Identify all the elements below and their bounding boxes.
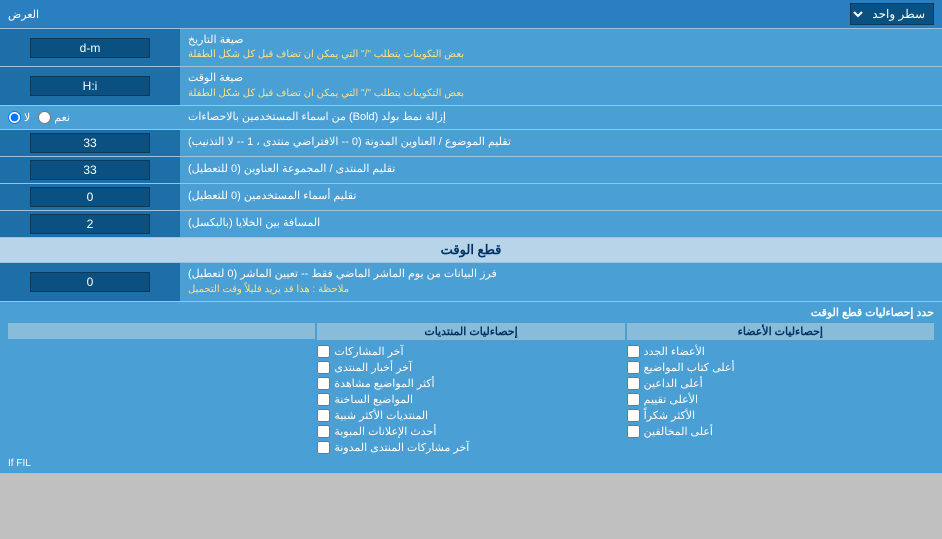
checkbox-col-extra	[8, 323, 315, 454]
checkbox-col-forums: إحصاءليات المنتديات آخر المشاركات آخر أخ…	[317, 323, 624, 454]
topic-titles-row: تقليم الموضوع / العناوين المدونة (0 -- ا…	[0, 130, 942, 157]
forum-titles-input[interactable]	[30, 160, 150, 180]
checkbox-last-posts-input[interactable]	[317, 345, 330, 358]
bold-remove-label: إزالة نمط بولد (Bold) من اسماء المستخدمي…	[180, 106, 942, 129]
usernames-input-cell	[0, 184, 180, 210]
cell-spacing-row: المسافة بين الخلايا (بالبكسل)	[0, 211, 942, 238]
time-format-row: صيغة الوقت بعض التكوينات يتطلب "/" التي …	[0, 67, 942, 105]
header-row: سطر واحدسطرانثلاثة أسطر العرض	[0, 0, 942, 29]
checkbox-hot-topics[interactable]: المواضيع الساخنة	[317, 393, 624, 406]
cell-spacing-label: المسافة بين الخلايا (بالبكسل)	[180, 211, 942, 237]
checkbox-most-thanked[interactable]: الأكثر شكراً	[627, 409, 934, 422]
checkbox-forum-news[interactable]: آخر أخبار المنتدى	[317, 361, 624, 374]
checkbox-forum-news-input[interactable]	[317, 361, 330, 374]
checkbox-most-viewed[interactable]: أكثر المواضيع مشاهدة	[317, 377, 624, 390]
checkbox-top-rated-input[interactable]	[627, 393, 640, 406]
col-extra-title	[8, 323, 315, 339]
checkbox-most-similar-forums[interactable]: المنتديات الأكثر شبية	[317, 409, 624, 422]
display-select[interactable]: سطر واحدسطرانثلاثة أسطر	[850, 3, 934, 25]
checkbox-most-thanked-input[interactable]	[627, 409, 640, 422]
topic-titles-input-cell	[0, 130, 180, 156]
checkboxes-title: حدد إحصاءليات قطع الوقت	[8, 306, 934, 319]
checkbox-top-writers-input[interactable]	[627, 361, 640, 374]
display-select-area[interactable]: سطر واحدسطرانثلاثة أسطر	[850, 3, 934, 25]
checkbox-last-forum-posts-input[interactable]	[317, 441, 330, 454]
checkbox-most-viewed-input[interactable]	[317, 377, 330, 390]
usernames-row: تقليم أسماء المستخدمين (0 للتعطيل)	[0, 184, 942, 211]
cell-spacing-input-cell	[0, 211, 180, 237]
forum-titles-label: تقليم المنتدى / المجموعة العناوين (0 للت…	[180, 157, 942, 183]
checkbox-top-rated[interactable]: الأعلى تقييم	[627, 393, 934, 406]
checkbox-col-members: إحصاءليات الأعضاء الأعضاء الجدد أعلى كتا…	[627, 323, 934, 454]
checkbox-latest-classifieds[interactable]: أحدث الإعلانات المبوبة	[317, 425, 624, 438]
forum-titles-row: تقليم المنتدى / المجموعة العناوين (0 للت…	[0, 157, 942, 184]
time-format-input[interactable]	[30, 76, 150, 96]
checkboxes-grid: إحصاءليات الأعضاء الأعضاء الجدد أعلى كتا…	[8, 323, 934, 454]
header-right-label: العرض	[8, 8, 39, 21]
cutoff-input[interactable]	[30, 272, 150, 292]
checkbox-latest-classifieds-input[interactable]	[317, 425, 330, 438]
checkbox-new-members-input[interactable]	[627, 345, 640, 358]
cutoff-row: فرز البيانات من يوم الماشر الماضي فقط --…	[0, 263, 942, 301]
date-format-input[interactable]	[30, 38, 150, 58]
checkbox-last-posts[interactable]: آخر المشاركات	[317, 345, 624, 358]
bold-remove-row: إزالة نمط بولد (Bold) من اسماء المستخدمي…	[0, 106, 942, 130]
radio-yes-input[interactable]	[38, 111, 51, 124]
checkbox-top-violations-input[interactable]	[627, 425, 640, 438]
date-format-label: صيغة التاريخ بعض التكوينات يتطلب "/" الت…	[180, 29, 942, 66]
topic-titles-input[interactable]	[30, 133, 150, 153]
radio-yes[interactable]: نعم	[38, 111, 70, 124]
usernames-input[interactable]	[30, 187, 150, 207]
cutoff-input-cell	[0, 263, 180, 300]
checkbox-most-similar-forums-input[interactable]	[317, 409, 330, 422]
checkboxes-section: حدد إحصاءليات قطع الوقت إحصاءليات الأعضا…	[0, 302, 942, 474]
radio-no[interactable]: لا	[8, 111, 30, 124]
checkbox-hot-topics-input[interactable]	[317, 393, 330, 406]
bottom-text: If FIL	[8, 458, 934, 469]
checkbox-last-forum-posts[interactable]: آخر مشاركات المنتدى المدونة	[317, 441, 624, 454]
cell-spacing-input[interactable]	[30, 214, 150, 234]
date-format-input-cell	[0, 29, 180, 66]
date-format-row: صيغة التاريخ بعض التكوينات يتطلب "/" الت…	[0, 29, 942, 67]
forum-titles-input-cell	[0, 157, 180, 183]
topic-titles-label: تقليم الموضوع / العناوين المدونة (0 -- ا…	[180, 130, 942, 156]
checkbox-new-members[interactable]: الأعضاء الجدد	[627, 345, 934, 358]
checkbox-top-violations[interactable]: أعلى المخالفين	[627, 425, 934, 438]
usernames-label: تقليم أسماء المستخدمين (0 للتعطيل)	[180, 184, 942, 210]
cutoff-label: فرز البيانات من يوم الماشر الماضي فقط --…	[180, 263, 942, 300]
time-format-input-cell	[0, 67, 180, 104]
time-format-label: صيغة الوقت بعض التكوينات يتطلب "/" التي …	[180, 67, 942, 104]
bold-remove-radio-cell: نعم لا	[0, 106, 180, 129]
col-members-title: إحصاءليات الأعضاء	[627, 323, 934, 340]
col-forums-title: إحصاءليات المنتديات	[317, 323, 624, 340]
cutoff-section-title: قطع الوقت	[0, 238, 942, 263]
checkbox-top-inviters[interactable]: أعلى الداعين	[627, 377, 934, 390]
checkbox-top-inviters-input[interactable]	[627, 377, 640, 390]
checkbox-top-writers[interactable]: أعلى كتاب المواضيع	[627, 361, 934, 374]
radio-no-input[interactable]	[8, 111, 21, 124]
